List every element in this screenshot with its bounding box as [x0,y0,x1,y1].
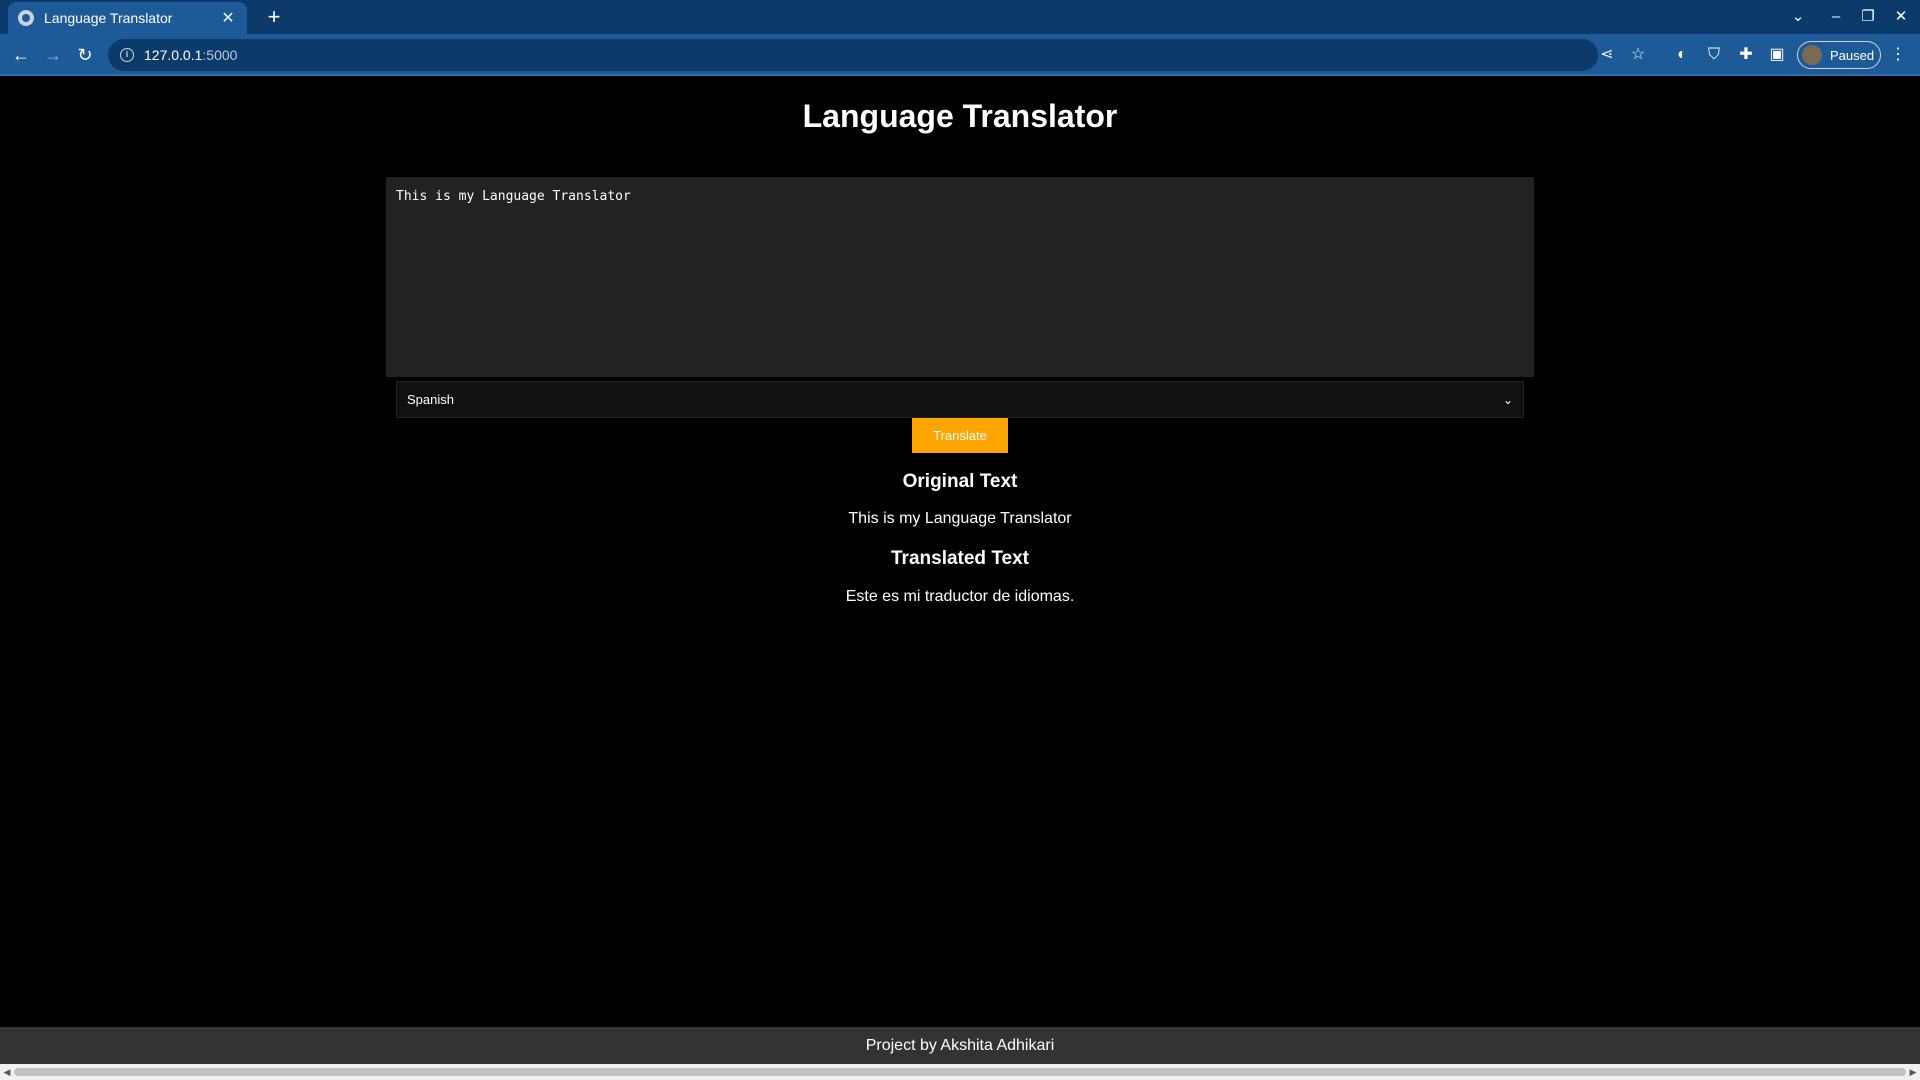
translated-text-heading: Translated Text [891,548,1029,569]
tab-search-chevron-icon[interactable]: ⌄ [1783,4,1813,30]
extension-icon[interactable]: ◐ [1669,42,1695,68]
footer: Project by Akshita Adhikari [0,1027,1920,1064]
share-icon[interactable]: ⋖ [1595,44,1619,66]
tab-close-icon[interactable]: ✕ [219,8,237,28]
source-text-input[interactable] [386,177,1534,377]
browser-tab-strip: Language Translator ✕ + ⌄ – ❐ ✕ [0,0,1920,34]
scroll-right-icon[interactable]: ▶ [1907,1066,1919,1078]
page-content: Language Translator Spanish ⌄ Translate … [0,78,1920,1025]
globe-icon [18,10,34,26]
page-title: Language Translator [802,98,1118,134]
reload-icon[interactable]: ↻ [72,42,98,68]
tab-title: Language Translator [44,10,173,26]
horizontal-scrollbar[interactable]: ◀ ▶ [0,1064,1920,1080]
minimize-icon[interactable]: – [1821,4,1851,30]
shield-icon[interactable]: ⛉ [1701,42,1727,68]
scrollbar-thumb[interactable] [14,1068,1906,1076]
browser-tab[interactable]: Language Translator ✕ [8,2,247,34]
forward-icon[interactable]: → [40,42,66,68]
translated-text: Este es mi traductor de idiomas. [845,588,1075,605]
new-tab-button[interactable]: + [260,4,288,30]
close-window-icon[interactable]: ✕ [1886,4,1916,30]
star-icon[interactable]: ☆ [1626,44,1650,66]
language-select[interactable]: Spanish ⌄ [396,381,1524,418]
original-text-heading: Original Text [902,471,1018,492]
back-icon[interactable]: ← [8,42,34,68]
selected-language: Spanish [407,392,454,407]
original-text: This is my Language Translator [848,510,1072,527]
url-host: 127.0.0.1 [144,47,203,63]
url-port: :5000 [202,47,238,63]
sidepanel-icon[interactable]: ▣ [1764,42,1790,68]
translate-button[interactable]: Translate [912,418,1008,453]
puzzle-icon[interactable]: ✚ [1733,42,1759,68]
profile-button[interactable]: Paused [1797,41,1881,69]
menu-icon[interactable]: ⋮ [1885,42,1911,68]
browser-toolbar: ← → ↻ i 127.0.0.1:5000 ⋖ ☆ ◐ ⛉ ✚ ▣ Pause… [0,34,1920,76]
profile-status: Paused [1830,47,1875,63]
chevron-down-icon: ⌄ [1502,392,1513,407]
restore-icon[interactable]: ❐ [1853,4,1883,30]
address-bar[interactable]: i 127.0.0.1:5000 ⋖ ☆ [108,39,1645,71]
info-icon[interactable]: i [120,48,134,62]
avatar [1802,45,1822,65]
scroll-left-icon[interactable]: ◀ [1,1066,13,1078]
